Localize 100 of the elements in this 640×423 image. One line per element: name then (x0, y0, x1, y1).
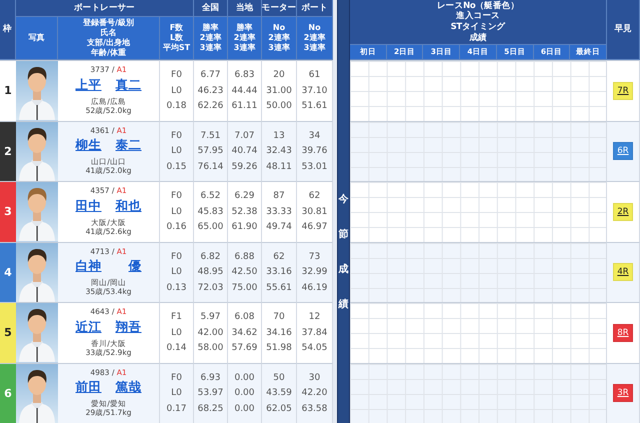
stat-value: 46.97 (302, 222, 328, 232)
column-header: 写真 (16, 17, 58, 60)
stat-value: 65.00 (198, 222, 224, 232)
column-header: モーター (262, 0, 297, 17)
stat-value: 32.99 (302, 267, 328, 278)
column-header: ボートレーサー (16, 0, 194, 17)
stat-value: 40.74 (232, 146, 258, 156)
column-header-line: 年齢/体重 (91, 48, 126, 58)
stat-value: 61.90 (232, 222, 258, 232)
stat-value: L0 (171, 388, 182, 398)
race-badge[interactable]: 6R (613, 142, 633, 160)
stat-value: 57.95 (198, 146, 224, 156)
stat-value: 6.83 (234, 70, 255, 80)
stat-value: 6.52 (200, 191, 221, 202)
stat-value: F0 (171, 130, 182, 141)
stat-value: 70 (273, 312, 285, 322)
column-header-line: No (308, 23, 321, 33)
column-header-line: 2連率 (304, 33, 326, 43)
stat-value: 76.14 (198, 162, 224, 172)
stat-value: 6.29 (234, 191, 255, 202)
stat-value: 59.26 (232, 162, 258, 172)
stat-value: 20 (273, 70, 285, 80)
column-header-line: L数 (170, 33, 184, 43)
column-header-line: レースNo（艇番色） (437, 0, 519, 11)
stat-value: 49.74 (266, 222, 292, 232)
stat-value: 31.00 (266, 86, 292, 96)
stat-value: F1 (171, 312, 182, 322)
stat-value: 61 (308, 70, 320, 80)
stat-value: 42.50 (232, 267, 258, 278)
frame-number: 4 (0, 242, 16, 302)
racer-name-link[interactable]: 前田 篤哉 (76, 379, 142, 396)
stat-value: 61.11 (232, 101, 258, 112)
column-header-line: 3連率 (304, 43, 326, 53)
stat-value: 0.15 (166, 162, 187, 172)
stat-value: 63.58 (302, 404, 328, 414)
stat-value: 6.93 (200, 372, 221, 383)
stat-value: 6.77 (200, 70, 221, 80)
stat-value: 43.59 (266, 388, 292, 398)
stat-value: L0 (171, 206, 182, 217)
side-label: 今節成績 (338, 192, 348, 312)
column-header-line: 3連率 (200, 43, 222, 53)
stat-value: F0 (171, 252, 182, 262)
column-header-line: 平均ST (162, 43, 190, 53)
stat-value: 45.83 (198, 206, 224, 217)
race-badge[interactable]: 8R (613, 324, 633, 342)
stat-value: 30 (308, 372, 320, 383)
stat-value: 33.33 (266, 206, 292, 217)
stat-value: 0.18 (166, 101, 187, 112)
stat-value: 62.26 (198, 101, 224, 112)
stat-value: 37.10 (302, 86, 328, 96)
stat-value: 34.16 (266, 328, 292, 338)
column-header: ボート (297, 0, 333, 17)
race-badge[interactable]: 2R (613, 202, 633, 221)
race-badge[interactable]: 7R (613, 82, 633, 100)
racer-name-link[interactable]: 白神 優 (76, 258, 142, 276)
column-header-line: 氏名 (100, 28, 116, 38)
column-header-line: 2連率 (234, 33, 256, 43)
stat-value: 62.05 (266, 404, 292, 414)
column-header-line: 2連率 (200, 33, 222, 43)
stat-value: 0.00 (234, 388, 255, 398)
column-header-line: No (272, 23, 286, 33)
column-header-line: 3連率 (268, 43, 290, 53)
column-header-line: 勝率 (202, 23, 218, 33)
stat-value: F0 (171, 70, 182, 80)
stat-value: 52.38 (232, 206, 258, 217)
stat-value: 54.05 (302, 343, 328, 354)
race-badge[interactable]: 4R (613, 263, 633, 282)
column-header-line: 2連率 (268, 33, 290, 43)
column-header-line: 勝率 (236, 23, 252, 33)
frame-number: 6 (0, 362, 16, 423)
stat-value: 50 (273, 372, 285, 383)
stat-value: 33.16 (266, 267, 292, 278)
column-header: 枠 (0, 0, 16, 60)
stat-value: 62 (308, 191, 320, 202)
stat-value: 68.25 (198, 404, 224, 414)
stat-value: 34.62 (232, 328, 258, 338)
stat-value: 42.20 (302, 388, 328, 398)
stat-value: 57.69 (232, 343, 258, 354)
stat-value: 51.98 (266, 343, 292, 354)
stat-value: 7.51 (200, 130, 221, 141)
stat-value: 73 (308, 252, 320, 262)
stat-value: 55.61 (266, 282, 292, 293)
stat-value: 48.11 (266, 162, 292, 172)
racer-name-link[interactable]: 上平 真二 (76, 76, 142, 94)
stat-value: 0.16 (166, 222, 187, 232)
stat-value: 0.17 (166, 404, 187, 414)
racer-name-link[interactable]: 近江 翔吾 (76, 318, 142, 336)
column-header: 全国 (194, 0, 228, 17)
column-header-line: 成績 (469, 32, 487, 44)
column-header: 早見 (607, 0, 640, 60)
column-header-line: 登録番号/級別 (83, 18, 134, 28)
stat-value: 7.07 (234, 130, 255, 141)
stat-value: 48.95 (198, 267, 224, 278)
stat-value: 46.23 (198, 86, 224, 96)
racer-name-link[interactable]: 柳生 泰二 (76, 137, 142, 154)
stat-value: L0 (171, 146, 182, 156)
frame-number: 3 (0, 181, 16, 242)
stat-value: F0 (171, 372, 182, 383)
race-badge[interactable]: 3R (613, 384, 633, 402)
stat-value: L0 (171, 267, 182, 278)
